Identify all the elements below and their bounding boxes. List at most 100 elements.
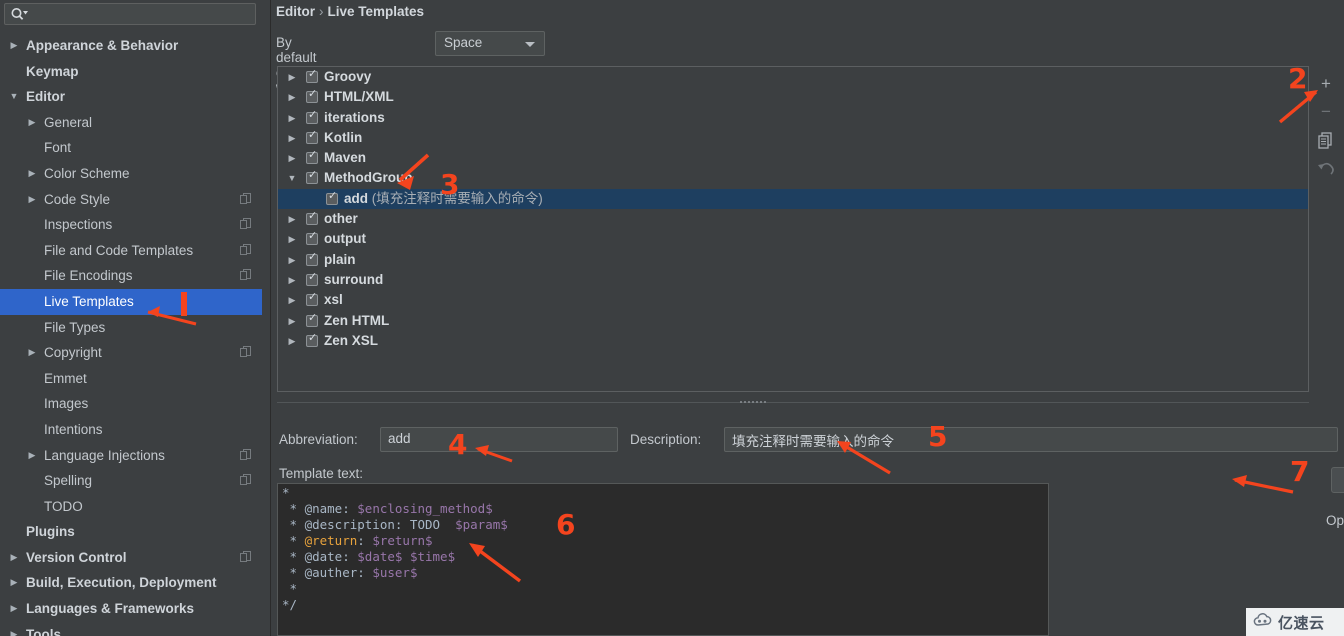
template-checkbox[interactable] [306, 332, 318, 347]
template-checkbox[interactable] [306, 271, 318, 286]
sidebar-item-images[interactable]: Images [0, 391, 263, 417]
sidebar-item-editor[interactable]: ▼ Editor [0, 84, 263, 110]
copy-settings-icon[interactable] [240, 448, 251, 461]
sidebar-item-intentions[interactable]: Intentions [0, 417, 263, 443]
search-input[interactable] [31, 5, 253, 23]
copy-settings-icon[interactable] [240, 346, 251, 358]
sidebar-item-copyright[interactable]: ▶ Copyright [0, 340, 263, 366]
template-row[interactable]: ▶ xsl [278, 290, 1308, 310]
template-row[interactable]: ▶ Groovy [278, 67, 1308, 87]
template-row[interactable]: ▶ iterations [278, 108, 1308, 128]
sidebar-item-plugins[interactable]: Plugins [0, 519, 263, 545]
chevron-right-icon[interactable]: ▶ [286, 311, 298, 331]
template-row[interactable]: ▶ plain [278, 250, 1308, 270]
template-checkbox[interactable] [306, 68, 318, 83]
sidebar-item-font[interactable]: Font [0, 135, 263, 161]
template-row[interactable]: ▼ MethodGroup [278, 168, 1308, 188]
revert-template-button[interactable] [1312, 154, 1340, 182]
copy-settings-icon[interactable] [240, 550, 251, 563]
sidebar-item-spelling[interactable]: Spelling [0, 468, 263, 494]
chevron-right-icon[interactable]: ▶ [286, 209, 298, 229]
template-row[interactable]: ▶ other [278, 209, 1308, 229]
template-row[interactable]: ▶ surround [278, 270, 1308, 290]
sidebar-item-live-templates[interactable]: Live Templates [0, 288, 263, 315]
sidebar-item-inspections[interactable]: Inspections [0, 212, 263, 238]
default-expand-select[interactable]: Space [435, 31, 545, 56]
chevron-right-icon[interactable]: ▶ [286, 87, 298, 107]
splitter-grip[interactable] [740, 399, 768, 405]
description-input[interactable]: 填充注释时需要输入的命令 [724, 427, 1338, 452]
copy-settings-icon[interactable] [240, 474, 251, 486]
sidebar-item-keymap[interactable]: Keymap [0, 59, 263, 85]
chevron-right-icon[interactable]: ▶ [26, 443, 38, 469]
edit-variables-button[interactable]: Edit variables [1331, 467, 1344, 493]
sidebar-item-version-control[interactable]: ▶ Version Control [0, 545, 263, 571]
template-checkbox[interactable] [306, 169, 318, 185]
chevron-right-icon[interactable]: ▶ [8, 570, 20, 596]
chevron-right-icon[interactable]: ▶ [286, 250, 298, 270]
chevron-right-icon[interactable]: ▶ [286, 108, 298, 128]
copy-settings-icon[interactable] [240, 269, 251, 281]
chevron-right-icon[interactable]: ▶ [286, 229, 298, 249]
chevron-right-icon[interactable]: ▶ [8, 33, 20, 59]
copy-settings-icon[interactable] [240, 218, 251, 230]
sidebar-item-file-types[interactable]: File Types [0, 315, 263, 341]
duplicate-template-button[interactable] [1312, 126, 1340, 154]
sidebar-item-tools[interactable]: ▶ Tools [0, 622, 263, 636]
template-checkbox[interactable] [306, 109, 318, 124]
sidebar-item-file-and-code-templates[interactable]: File and Code Templates [0, 238, 263, 264]
chevron-down-icon[interactable]: ▼ [8, 84, 20, 110]
template-row[interactable]: ▶ Zen HTML [278, 311, 1308, 331]
chevron-right-icon[interactable]: ▶ [26, 187, 38, 213]
template-checkbox[interactable] [306, 129, 318, 144]
chevron-right-icon[interactable]: ▶ [286, 290, 298, 310]
chevron-right-icon[interactable]: ▶ [286, 270, 298, 290]
copy-settings-icon[interactable] [240, 192, 251, 205]
chevron-right-icon[interactable]: ▶ [286, 67, 298, 87]
template-row[interactable]: ▶ Zen XSL [278, 331, 1308, 351]
panel-splitter[interactable] [277, 396, 1309, 408]
sidebar-item-build-execution-deployment[interactable]: ▶ Build, Execution, Deployment [0, 570, 263, 596]
sidebar-item-languages-frameworks[interactable]: ▶ Languages & Frameworks [0, 596, 263, 622]
template-checkbox[interactable] [326, 190, 338, 205]
sidebar-item-code-style[interactable]: ▶ Code Style [0, 187, 263, 213]
sidebar-item-file-encodings[interactable]: File Encodings [0, 263, 263, 289]
template-checkbox[interactable] [306, 88, 318, 104]
chevron-right-icon[interactable]: ▶ [286, 128, 298, 148]
template-text-editor[interactable]: * * @name: $enclosing_method$ * @descrip… [277, 483, 1049, 636]
breadcrumb-root[interactable]: Editor [276, 4, 315, 19]
chevron-right-icon[interactable]: ▶ [8, 622, 20, 636]
template-row[interactable]: ▶ Maven [278, 148, 1308, 168]
sidebar-item-general[interactable]: ▶ General [0, 110, 263, 136]
abbreviation-input[interactable]: add [380, 427, 618, 452]
chevron-right-icon[interactable]: ▶ [26, 161, 38, 187]
template-checkbox[interactable] [306, 230, 318, 246]
chevron-right-icon[interactable]: ▶ [286, 148, 298, 168]
chevron-right-icon[interactable]: ▶ [286, 331, 298, 351]
settings-search[interactable] [4, 3, 256, 25]
sidebar-item-todo[interactable]: TODO [0, 494, 263, 520]
copy-settings-icon[interactable] [240, 243, 251, 256]
template-code-token: * @auther: [282, 565, 373, 580]
template-checkbox[interactable] [306, 149, 318, 165]
template-row[interactable]: add (填充注释时需要输入的命令) [278, 188, 1308, 210]
template-row[interactable]: ▶ HTML/XML [278, 87, 1308, 107]
template-checkbox[interactable] [306, 291, 318, 307]
add-template-button[interactable]: + [1312, 70, 1340, 98]
template-checkbox[interactable] [306, 251, 318, 266]
chevron-right-icon[interactable]: ▶ [8, 596, 20, 622]
chevron-right-icon[interactable]: ▶ [8, 545, 20, 571]
template-checkbox[interactable] [306, 312, 318, 327]
template-checkbox[interactable] [306, 210, 318, 226]
chevron-right-icon[interactable]: ▶ [26, 340, 38, 366]
sidebar-item-color-scheme[interactable]: ▶ Color Scheme [0, 161, 263, 187]
template-groups-tree[interactable]: ▶ Groovy ▶ HTML/XML ▶ iterations ▶ Kotlin ▶ Maven… [277, 66, 1309, 392]
remove-template-button[interactable]: − [1312, 98, 1340, 126]
chevron-right-icon[interactable]: ▶ [26, 110, 38, 136]
sidebar-item-emmet[interactable]: Emmet [0, 366, 263, 392]
sidebar-item-appearance-behavior[interactable]: ▶ Appearance & Behavior [0, 33, 263, 59]
template-row[interactable]: ▶ output [278, 229, 1308, 249]
sidebar-item-language-injections[interactable]: ▶ Language Injections [0, 443, 263, 469]
chevron-down-icon[interactable]: ▼ [286, 168, 298, 188]
template-row[interactable]: ▶ Kotlin [278, 128, 1308, 148]
